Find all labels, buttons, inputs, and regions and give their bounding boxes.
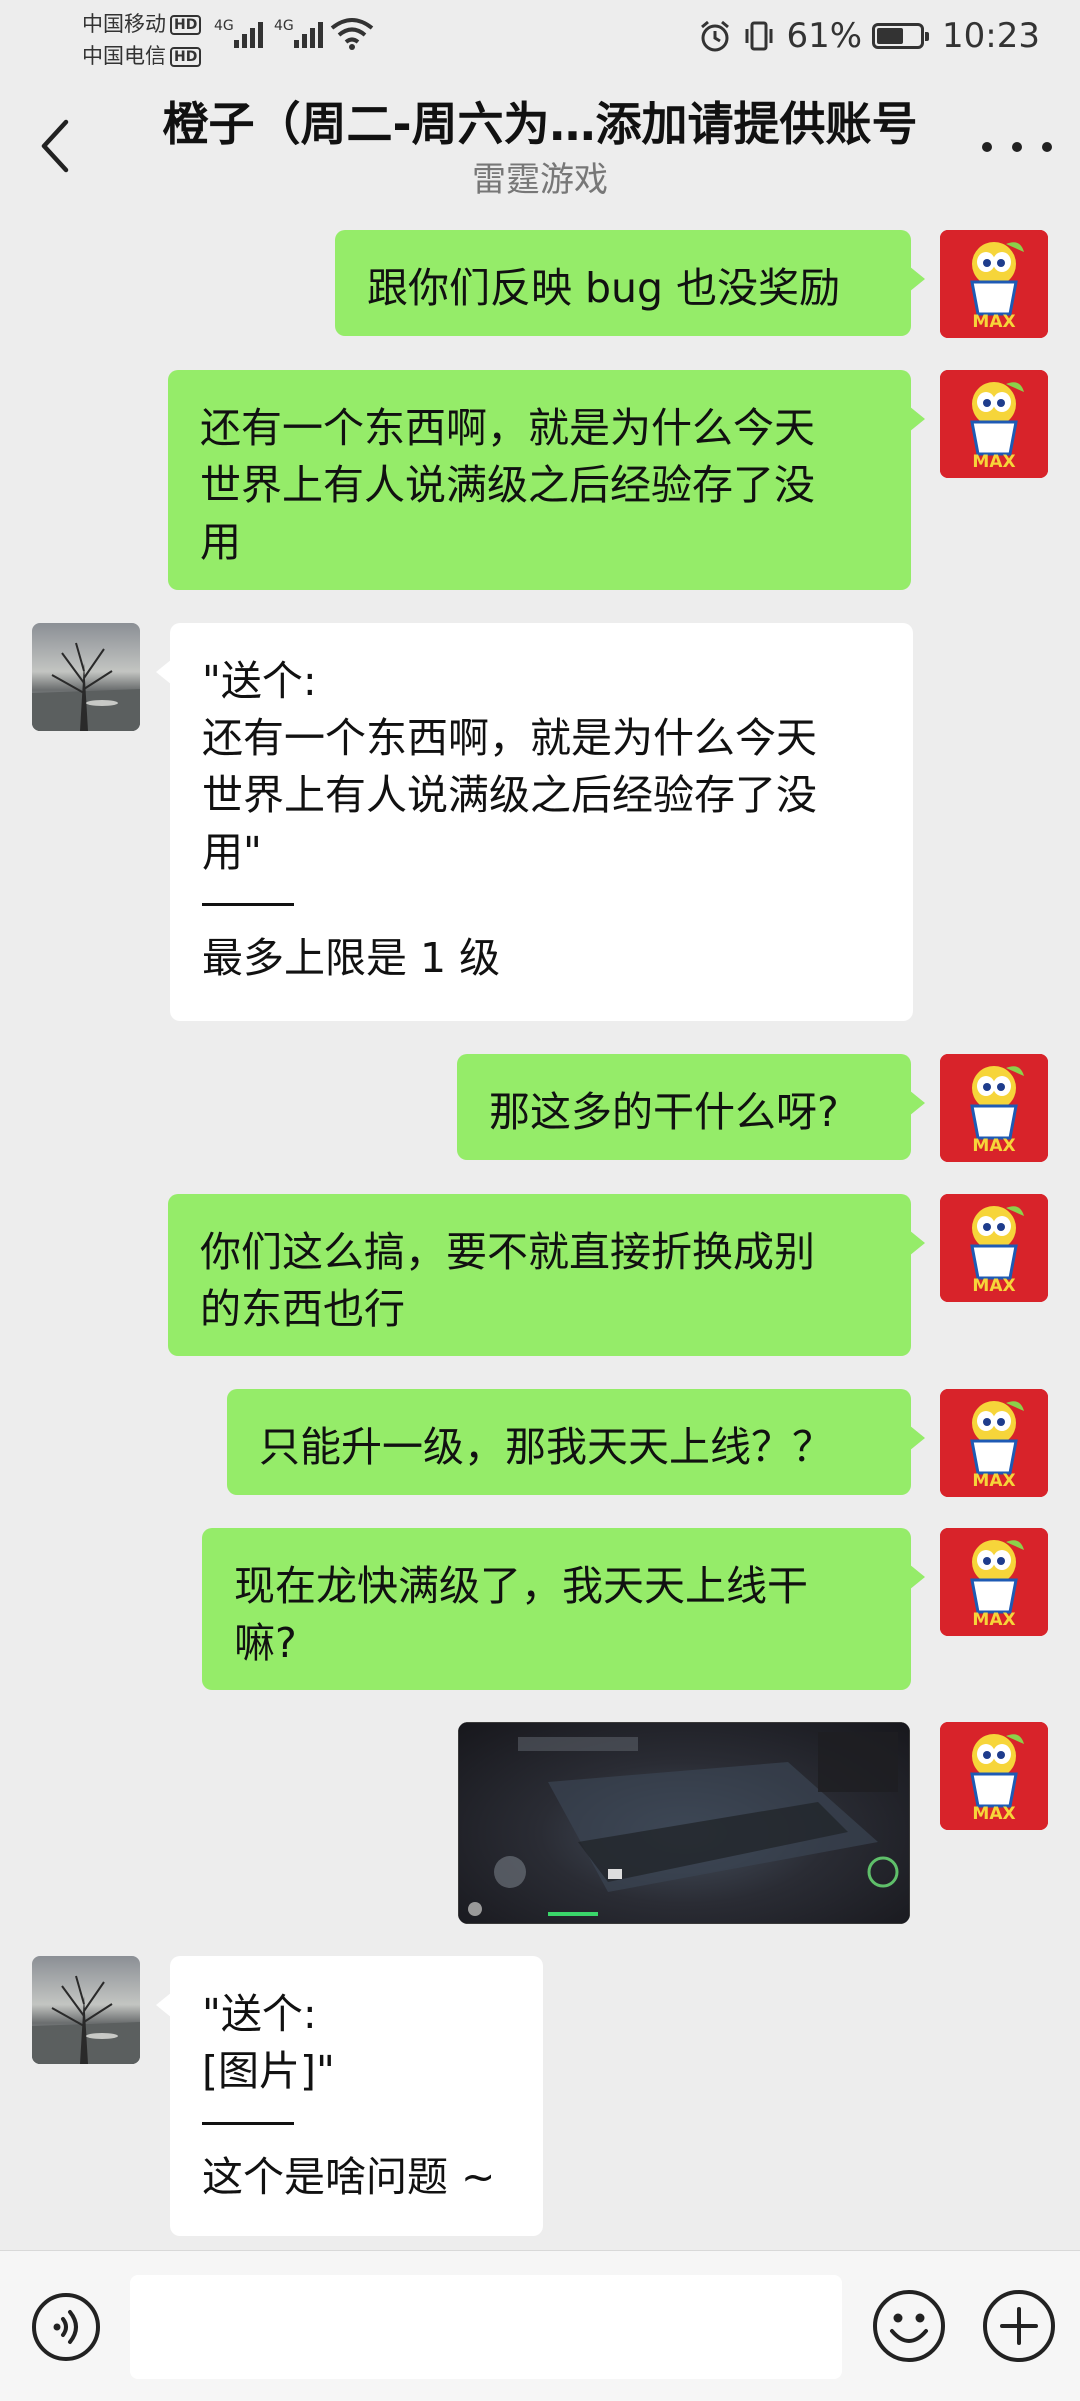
chat-subtitle: 雷霆游戏 — [472, 160, 608, 200]
message-bubble-outgoing[interactable]: 你们这么搞，要不就直接折换成别 的东西也行 — [168, 1194, 925, 1356]
emoji-icon[interactable] — [870, 2287, 948, 2365]
input-bar — [0, 2250, 1080, 2401]
avatar-badge-text: MAX — [972, 1136, 1016, 1156]
avatar-self[interactable]: MAX — [940, 1528, 1048, 1636]
battery-icon — [872, 23, 930, 49]
quoted-text: "送个: 还有一个东西啊，就是为什么今天 世界上有人说满级之后经验存了没 用" — [202, 657, 817, 876]
message-bubble-outgoing[interactable]: 只能升一级，那我天天上线？？ — [227, 1389, 925, 1495]
message-text: 你们这么搞，要不就直接折换成别 的东西也行 — [200, 1228, 815, 1333]
chat-header: 橙子（周二-周六为…添加请提供账号 雷霆游戏 — [0, 72, 1080, 212]
avatar-self[interactable]: MAX — [940, 1722, 1048, 1830]
avatar-self[interactable]: MAX — [940, 1054, 1048, 1162]
quote-separator — [202, 2122, 294, 2125]
network-type-1: 4G — [214, 18, 234, 34]
message-input[interactable] — [130, 2275, 842, 2379]
message-bubble-outgoing[interactable]: 跟你们反映 bug 也没奖励 — [335, 230, 925, 336]
signal-icon-2 — [294, 20, 328, 48]
carrier-2: 中国电信 HD — [82, 40, 202, 70]
quote-separator — [202, 903, 294, 906]
message-text: 那这多的干什么呀? — [489, 1088, 839, 1136]
message-text: 最多上限是 1 级 — [202, 934, 501, 982]
avatar-badge-text: MAX — [972, 1804, 1016, 1824]
message-text: 只能升一级，那我天天上线？？ — [259, 1423, 833, 1471]
back-chevron-icon[interactable] — [34, 116, 84, 176]
quoted-text: "送个: [图片]" — [202, 1990, 335, 2095]
chat-title: 橙子（周二-周六为…添加请提供账号 — [162, 97, 918, 151]
avatar-badge-text: MAX — [972, 1610, 1016, 1630]
status-bar: 中国移动 HD 中国电信 HD 4G 4G 61% 10:23 — [0, 0, 1080, 72]
wifi-icon — [330, 18, 374, 50]
avatar-self[interactable]: MAX — [940, 1389, 1048, 1497]
battery-percent: 61% — [786, 16, 863, 56]
network-type-2: 4G — [274, 18, 294, 34]
message-bubble-outgoing[interactable]: 还有一个东西啊，就是为什么今天 世界上有人说满级之后经验存了没 用 — [168, 370, 925, 590]
plus-icon[interactable] — [980, 2287, 1058, 2365]
avatar-badge-text: MAX — [972, 452, 1016, 472]
message-text: 现在龙快满级了，我天天上线干 嘛? — [234, 1562, 808, 1667]
carrier-1: 中国移动 HD — [82, 8, 202, 38]
avatar-self[interactable]: MAX — [940, 1194, 1048, 1302]
avatar-self[interactable]: MAX — [940, 230, 1048, 338]
avatar-badge-text: MAX — [972, 1471, 1016, 1491]
message-text: 这个是啥问题 ~ — [202, 2153, 496, 2201]
image-message[interactable] — [458, 1722, 910, 1924]
game-screenshot-thumbnail — [458, 1722, 910, 1924]
message-bubble-outgoing[interactable]: 那这多的干什么呀? — [457, 1054, 925, 1160]
avatar-contact[interactable] — [32, 623, 140, 731]
message-bubble-outgoing[interactable]: 现在龙快满级了，我天天上线干 嘛? — [202, 1528, 925, 1690]
message-text: 还有一个东西啊，就是为什么今天 世界上有人说满级之后经验存了没 用 — [200, 404, 815, 566]
avatar-badge-text: MAX — [972, 1276, 1016, 1296]
avatar-badge-text: MAX — [972, 312, 1016, 332]
voice-icon[interactable] — [30, 2291, 102, 2363]
avatar-contact[interactable] — [32, 1956, 140, 2064]
alarm-icon — [701, 20, 730, 52]
signal-icon — [234, 20, 268, 48]
message-bubble-incoming[interactable]: "送个: 还有一个东西啊，就是为什么今天 世界上有人说满级之后经验存了没 用" 最… — [156, 623, 913, 1021]
more-options-icon[interactable] — [982, 132, 1052, 162]
clock: 10:23 — [942, 16, 1040, 56]
vibrate-icon — [745, 21, 773, 51]
avatar-self[interactable]: MAX — [940, 370, 1048, 478]
message-bubble-incoming[interactable]: "送个: [图片]" 这个是啥问题 ~ — [156, 1956, 543, 2236]
message-text: 跟你们反映 bug 也没奖励 — [367, 264, 841, 312]
